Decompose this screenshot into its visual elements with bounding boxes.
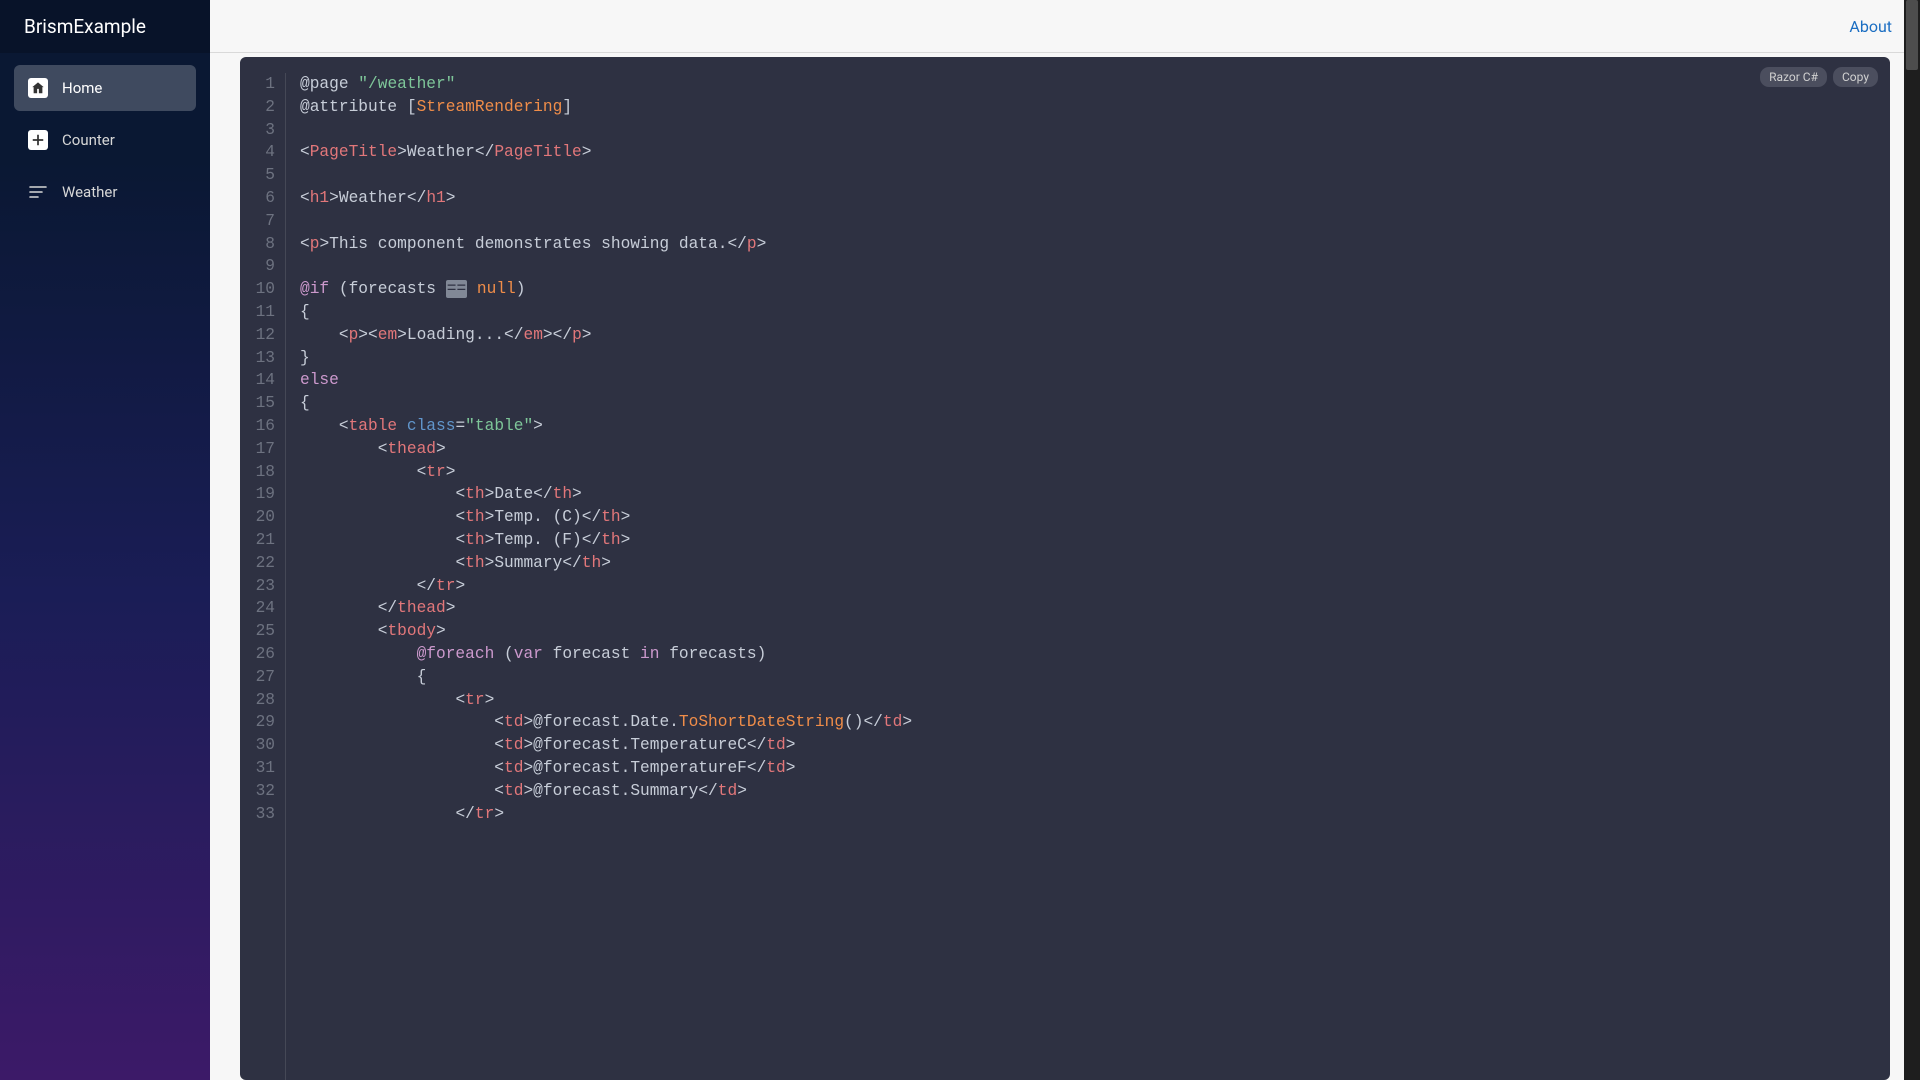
sidebar-item-label: Counter [62, 131, 115, 149]
main: About Razor C# Copy 12345678910111213141… [210, 0, 1920, 1080]
brand-title: BrismExample [0, 0, 210, 53]
scrollbar-thumb[interactable] [1906, 0, 1918, 70]
code-lines: @page "/weather" @attribute [StreamRende… [286, 73, 912, 1080]
copy-button[interactable]: Copy [1833, 67, 1878, 87]
sidebar-item-weather[interactable]: Weather [14, 169, 196, 215]
sidebar-item-label: Weather [62, 183, 117, 201]
scrollbar-track[interactable] [1904, 0, 1920, 1080]
content: Razor C# Copy 12345678910111213141516171… [210, 53, 1920, 1080]
about-link[interactable]: About [1849, 17, 1892, 36]
language-badge: Razor C# [1760, 67, 1827, 87]
line-gutter: 1234567891011121314151617181920212223242… [240, 73, 286, 1080]
sidebar-item-label: Home [62, 79, 102, 97]
topbar: About [210, 0, 1920, 53]
sidebar: BrismExample Home Counter Weather [0, 0, 210, 1080]
home-icon [28, 78, 48, 98]
sidebar-item-home[interactable]: Home [14, 65, 196, 111]
list-icon [28, 182, 48, 202]
sidebar-item-counter[interactable]: Counter [14, 117, 196, 163]
code-block: Razor C# Copy 12345678910111213141516171… [240, 57, 1890, 1080]
plus-icon [28, 130, 48, 150]
nav: Home Counter Weather [0, 53, 210, 227]
